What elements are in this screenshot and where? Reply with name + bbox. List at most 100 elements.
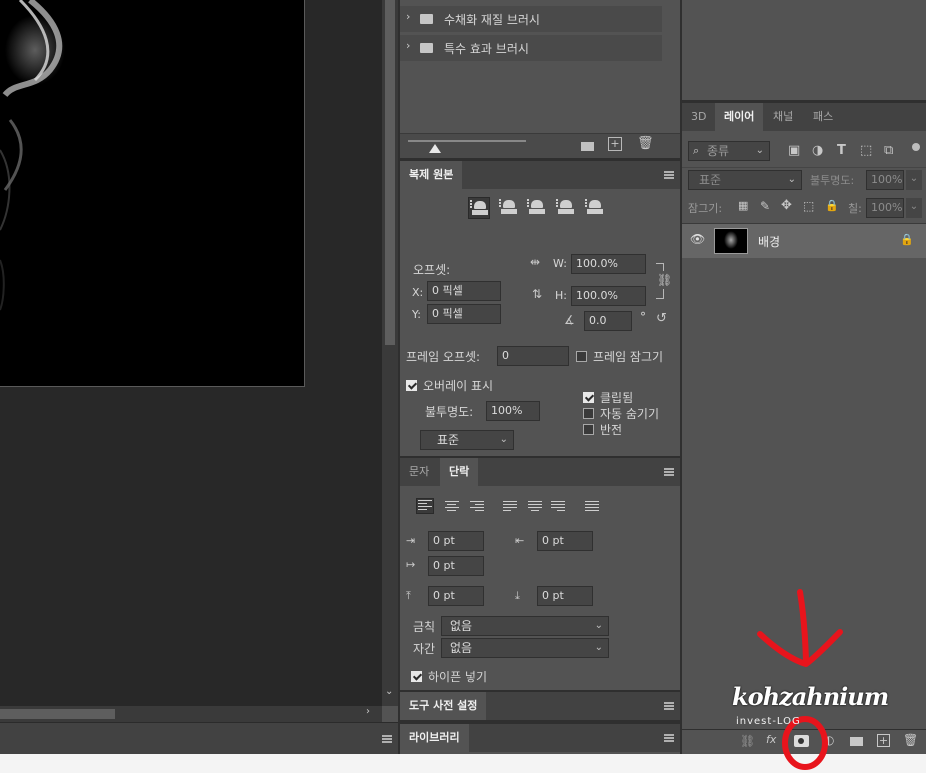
layer-blend-mode-dropdown[interactable]: 표준 ⌄ xyxy=(688,170,802,190)
new-layer-icon[interactable]: + xyxy=(877,734,890,747)
layer-opacity-input[interactable]: 100% xyxy=(866,170,904,190)
panel-menu-icon[interactable] xyxy=(664,468,674,476)
brush-folder-watercolor[interactable]: › 수채화 재질 브러시 xyxy=(400,6,662,32)
lock-artboard-icon[interactable]: ⬚ xyxy=(803,199,814,213)
chevron-right-icon[interactable]: › xyxy=(406,39,410,52)
width-input[interactable]: 100.0% xyxy=(571,254,646,274)
angle-icon: ∡ xyxy=(564,313,575,327)
tool-presets-tabbar: 도구 사전 설정 xyxy=(400,692,680,720)
tab-character[interactable]: 문자 xyxy=(400,458,438,486)
panel-menu-icon[interactable] xyxy=(664,734,674,742)
clone-source-4-icon[interactable] xyxy=(555,197,577,219)
tab-clone-source[interactable]: 복제 원본 xyxy=(400,161,463,189)
clone-source-2-icon[interactable] xyxy=(498,197,520,219)
space-before-input[interactable]: 0 pt xyxy=(428,586,484,606)
tab-channels[interactable]: 채널 xyxy=(764,103,802,131)
show-overlay-checkbox[interactable] xyxy=(406,380,417,391)
brush-size-slider-thumb[interactable] xyxy=(429,144,441,153)
vertical-scrollbar[interactable]: ⌄ xyxy=(382,0,398,706)
scroll-right-icon[interactable]: › xyxy=(366,706,370,717)
indent-right-input[interactable]: 0 pt xyxy=(537,531,593,551)
space-after-icon: ⤓ xyxy=(515,589,520,602)
height-input[interactable]: 100.0% xyxy=(571,286,646,306)
clipped-checkbox[interactable] xyxy=(583,392,594,403)
panel-menu-icon[interactable] xyxy=(664,702,674,710)
lock-transparent-icon[interactable]: ▦ xyxy=(738,199,748,212)
justify-last-left-icon[interactable] xyxy=(503,501,519,515)
scrollbar-thumb[interactable] xyxy=(0,709,115,719)
justify-last-center-icon[interactable] xyxy=(528,501,544,515)
adjustment-layer-icon[interactable]: ◐ xyxy=(824,733,834,747)
clone-source-1-icon[interactable] xyxy=(468,197,490,219)
filter-toggle-icon[interactable] xyxy=(912,143,920,151)
add-mask-icon[interactable] xyxy=(794,735,809,747)
filter-smart-object-icon[interactable]: ⧉ xyxy=(884,143,893,158)
document-canvas[interactable] xyxy=(0,0,305,387)
kinsoku-dropdown[interactable]: 없음 ⌄ xyxy=(441,616,609,636)
flip-horizontal-icon[interactable]: ⇹ xyxy=(530,255,540,269)
hyphenate-checkbox[interactable] xyxy=(411,671,422,682)
fill-input[interactable]: 100% xyxy=(866,198,904,218)
align-right-icon[interactable] xyxy=(470,501,486,515)
clone-source-5-icon[interactable] xyxy=(584,197,606,219)
align-center-icon[interactable] xyxy=(445,501,461,515)
tab-library[interactable]: 라이브러리 xyxy=(400,724,469,752)
invert-label: 반전 xyxy=(600,423,623,437)
lock-position-icon[interactable]: ✥ xyxy=(781,198,792,213)
mojikumi-dropdown[interactable]: 없음 ⌄ xyxy=(441,638,609,658)
eye-icon[interactable]: 👁 xyxy=(690,232,705,246)
indent-first-line-input[interactable]: 0 pt xyxy=(428,556,484,576)
justify-last-right-icon[interactable] xyxy=(551,501,567,515)
tab-paragraph[interactable]: 단락 xyxy=(440,458,479,486)
lock-all-icon[interactable]: 🔒 xyxy=(825,199,839,212)
invert-checkbox[interactable] xyxy=(583,424,594,435)
reset-transform-icon[interactable]: ↺ xyxy=(656,311,667,326)
layer-filter-dropdown[interactable]: ⌕ 종류 ⌄ xyxy=(688,141,770,161)
frame-lock-checkbox[interactable] xyxy=(576,351,587,362)
chevron-down-icon[interactable]: ⌄ xyxy=(906,170,922,190)
tab-paths[interactable]: 패스 xyxy=(804,103,842,131)
indent-left-input[interactable]: 0 pt xyxy=(428,531,484,551)
space-after-input[interactable]: 0 pt xyxy=(537,586,593,606)
align-left-icon[interactable] xyxy=(416,498,434,514)
filter-pixel-icon[interactable]: ▣ xyxy=(788,143,800,158)
delete-layer-icon[interactable]: 🗑 xyxy=(903,733,918,747)
frame-offset-input[interactable]: 0 xyxy=(497,346,569,366)
filter-shape-icon[interactable]: ⬚ xyxy=(860,143,872,158)
scroll-down-icon[interactable]: ⌄ xyxy=(385,686,393,697)
flip-vertical-icon[interactable]: ⇅ xyxy=(532,287,542,301)
lock-image-icon[interactable]: ✎ xyxy=(760,199,770,213)
brush-folder-effects[interactable]: › 특수 효과 브러시 xyxy=(400,35,662,61)
brush-size-slider-track[interactable] xyxy=(408,140,526,142)
link-layers-icon[interactable]: ⛓ xyxy=(740,734,755,748)
justify-all-icon[interactable] xyxy=(585,501,601,515)
offset-y-input[interactable]: 0 픽셀 xyxy=(427,304,501,324)
horizontal-scrollbar[interactable]: › xyxy=(0,706,382,722)
fx-icon[interactable]: fx xyxy=(766,733,776,746)
document-workspace[interactable]: › xyxy=(0,0,382,722)
new-folder-icon[interactable] xyxy=(581,142,594,151)
overlay-opacity-input[interactable]: 100% xyxy=(486,401,540,421)
status-menu-icon[interactable] xyxy=(382,735,392,743)
layer-thumbnail[interactable] xyxy=(714,228,748,254)
new-brush-icon[interactable]: + xyxy=(608,137,622,151)
tab-3d[interactable]: 3D xyxy=(682,103,715,131)
chevron-down-icon[interactable]: ⌄ xyxy=(906,198,922,218)
filter-adjustment-icon[interactable]: ◑ xyxy=(812,143,823,158)
layer-row-background[interactable]: 👁 배경 🔒 xyxy=(682,224,926,258)
new-group-icon[interactable] xyxy=(850,737,863,746)
clone-source-3-icon[interactable] xyxy=(526,197,548,219)
angle-input[interactable]: 0.0 xyxy=(584,311,632,331)
chevron-right-icon[interactable]: › xyxy=(406,10,410,23)
filter-type-icon[interactable]: T xyxy=(837,143,846,158)
auto-hide-checkbox[interactable] xyxy=(583,408,594,419)
tab-tool-presets[interactable]: 도구 사전 설정 xyxy=(400,692,487,720)
offset-x-input[interactable]: 0 픽셀 xyxy=(427,281,501,301)
chain-link-icon[interactable]: ⛓ xyxy=(657,271,672,289)
trash-icon[interactable]: 🗑 xyxy=(637,136,654,151)
tab-layers[interactable]: 레이어 xyxy=(715,103,764,131)
panel-menu-icon[interactable] xyxy=(664,171,674,179)
overlay-blend-dropdown[interactable]: 표준 ⌄ xyxy=(420,430,514,450)
vertical-scrollbar-thumb[interactable] xyxy=(385,0,395,345)
layer-name[interactable]: 배경 xyxy=(758,233,780,250)
